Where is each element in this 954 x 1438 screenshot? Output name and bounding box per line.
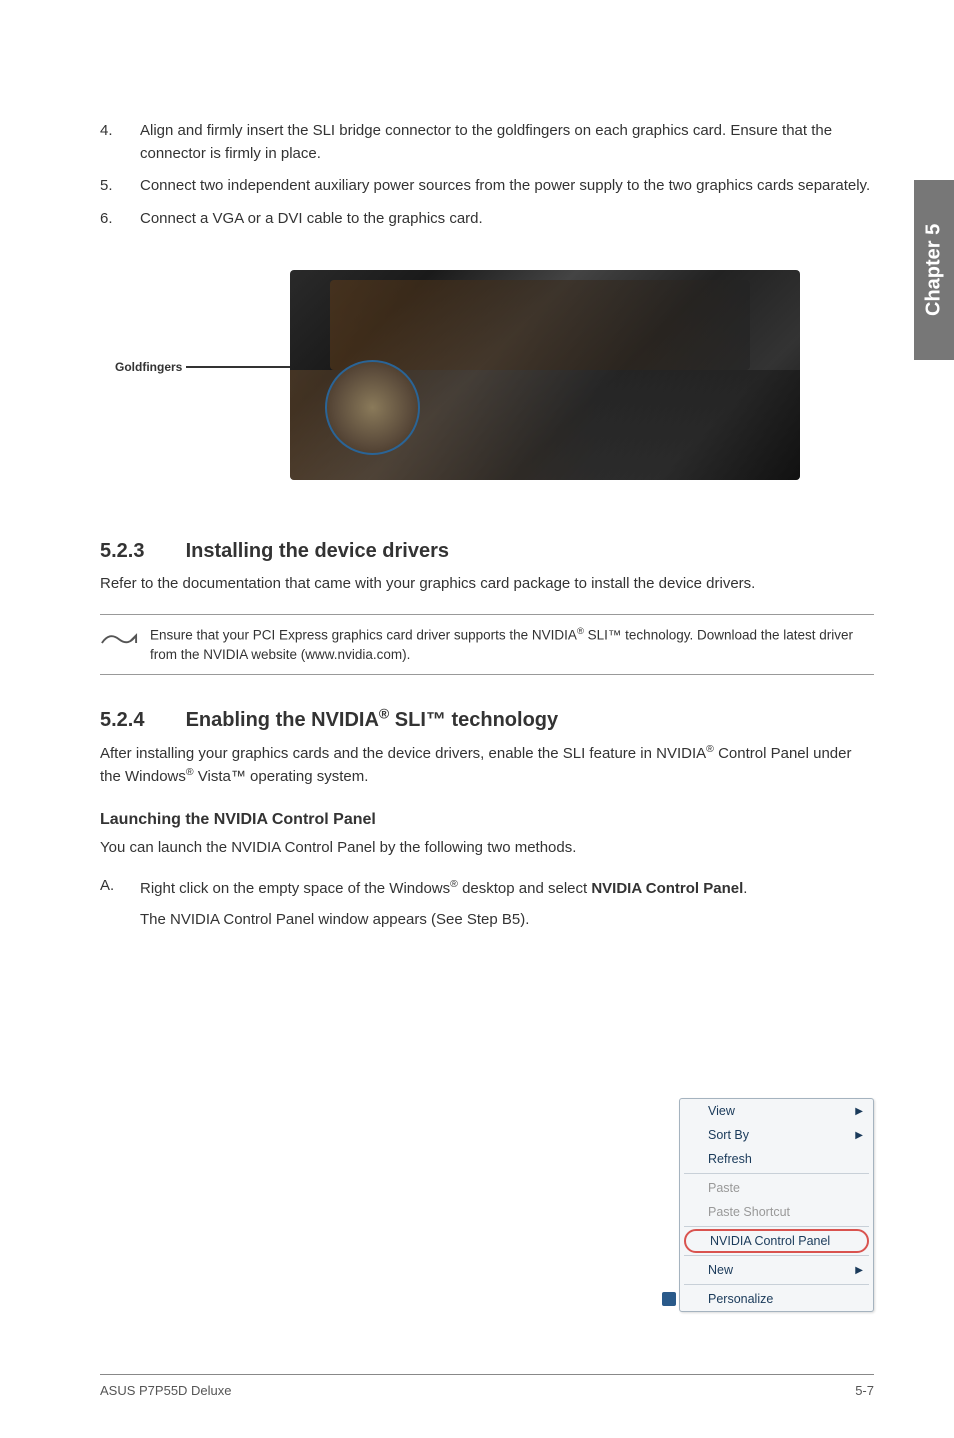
step-letter: A. <box>100 877 140 939</box>
step-text: Connect two independent auxiliary power … <box>140 175 870 198</box>
menu-separator <box>684 1226 869 1227</box>
context-menu: View▶ Sort By▶ Refresh Paste Paste Short… <box>679 1098 874 1312</box>
section-title: Installing the device drivers <box>186 540 449 562</box>
section-523-body: Refer to the documentation that came wit… <box>100 573 874 596</box>
page-footer: ASUS P7P55D Deluxe 5-7 <box>100 1374 874 1398</box>
menu-item-paste-shortcut: Paste Shortcut <box>680 1200 873 1224</box>
menu-separator <box>684 1173 869 1174</box>
submenu-arrow-icon: ▶ <box>855 1106 863 1117</box>
section-number: 5.2.4 <box>100 709 180 732</box>
submenu-arrow-icon: ▶ <box>855 1130 863 1141</box>
step-6: 6. Connect a VGA or a DVI cable to the g… <box>100 208 874 231</box>
submenu-arrow-icon: ▶ <box>855 1265 863 1276</box>
step-content: Right click on the empty space of the Wi… <box>140 877 874 939</box>
label-goldfingers: Goldfingers <box>115 360 182 374</box>
menu-item-paste: Paste <box>680 1176 873 1200</box>
menu-item-view[interactable]: View▶ <box>680 1099 873 1123</box>
note-icon <box>100 625 150 662</box>
step-4: 4. Align and firmly insert the SLI bridg… <box>100 120 874 165</box>
callout-circle <box>325 360 420 455</box>
menu-item-sortby[interactable]: Sort By▶ <box>680 1123 873 1147</box>
personalize-icon <box>662 1292 676 1306</box>
menu-item-new[interactable]: New▶ <box>680 1258 873 1282</box>
launch-intro: You can launch the NVIDIA Control Panel … <box>100 837 874 860</box>
menu-item-personalize[interactable]: Personalize <box>680 1287 873 1311</box>
section-523-heading: 5.2.3 Installing the device drivers <box>100 540 874 563</box>
step-number: 5. <box>100 175 140 198</box>
menu-separator <box>684 1255 869 1256</box>
step-a: A. Right click on the empty space of the… <box>100 877 874 939</box>
menu-separator <box>684 1284 869 1285</box>
section-number: 5.2.3 <box>100 540 180 563</box>
step-text: Align and firmly insert the SLI bridge c… <box>140 120 874 165</box>
menu-item-nvidia-control-panel[interactable]: NVIDIA Control Panel <box>684 1229 869 1253</box>
step-5: 5. Connect two independent auxiliary pow… <box>100 175 874 198</box>
footer-page-number: 5-7 <box>855 1383 874 1398</box>
launch-heading: Launching the NVIDIA Control Panel <box>100 811 874 829</box>
numbered-steps-top: 4. Align and firmly insert the SLI bridg… <box>100 120 874 230</box>
step-number: 6. <box>100 208 140 231</box>
section-title: Enabling the NVIDIA® SLI™ technology <box>186 709 559 731</box>
step-number: 4. <box>100 120 140 165</box>
note-text: Ensure that your PCI Express graphics ca… <box>150 625 874 665</box>
section-524-body: After installing your graphics cards and… <box>100 742 874 789</box>
section-524-heading: 5.2.4 Enabling the NVIDIA® SLI™ technolo… <box>100 705 874 732</box>
footer-left: ASUS P7P55D Deluxe <box>100 1383 232 1398</box>
menu-item-refresh[interactable]: Refresh <box>680 1147 873 1171</box>
note-box-523: Ensure that your PCI Express graphics ca… <box>100 614 874 676</box>
sli-figure: SLI bridge Goldfingers <box>100 250 874 500</box>
step-text: Connect a VGA or a DVI cable to the grap… <box>140 208 483 231</box>
callout-line <box>186 366 291 368</box>
